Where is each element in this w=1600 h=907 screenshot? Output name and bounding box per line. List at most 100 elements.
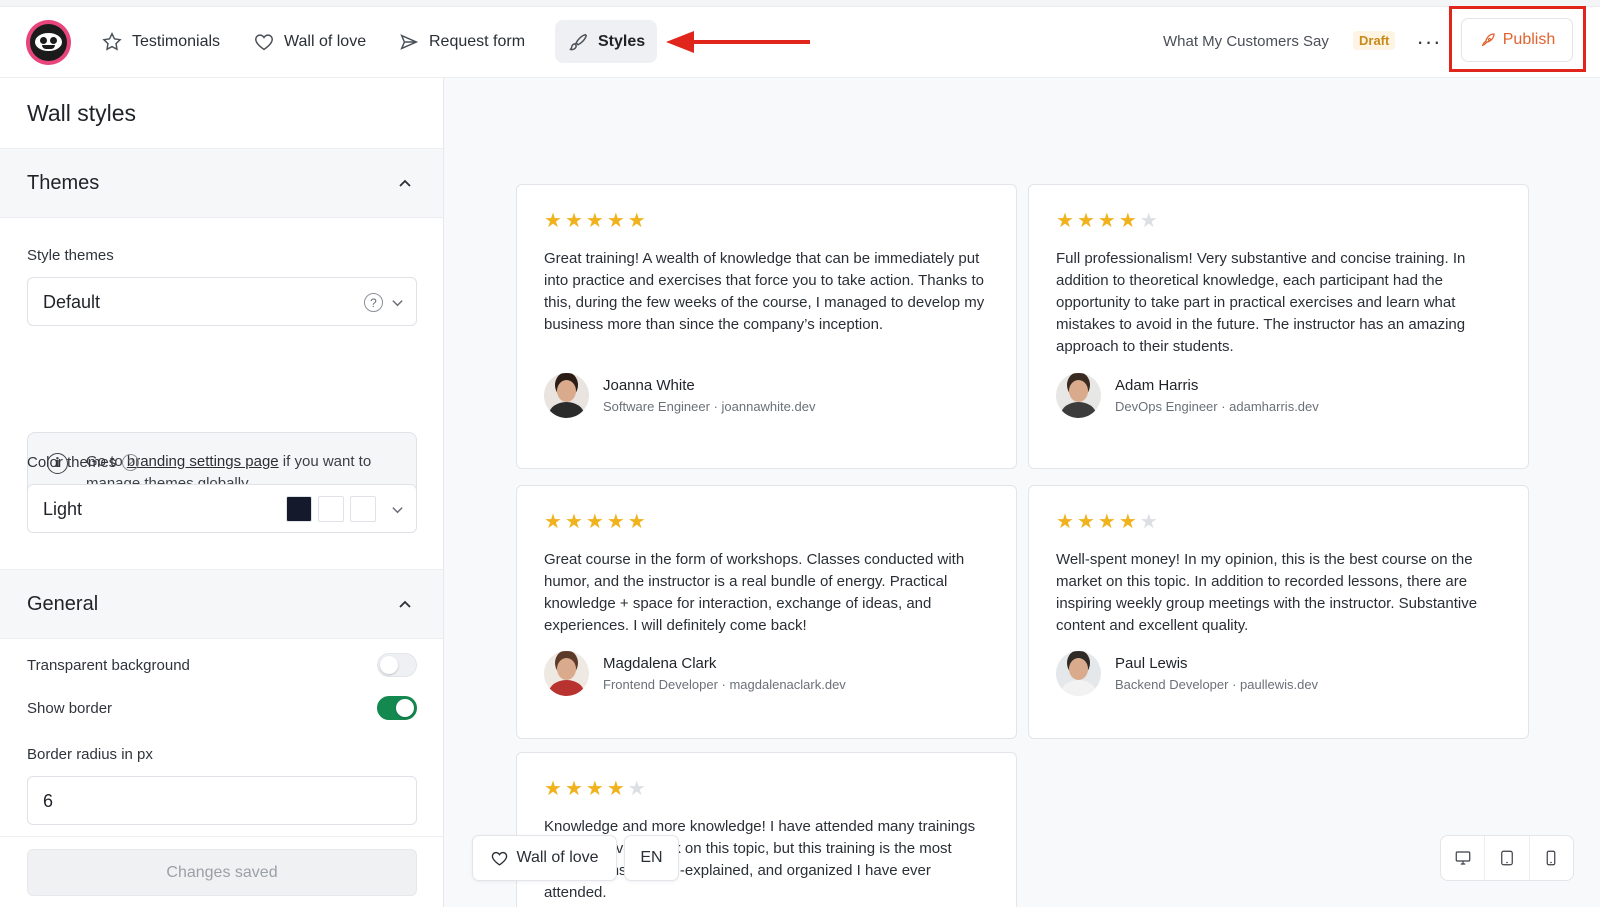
- testimonial-author: Magdalena Clark Frontend Developer · magd…: [544, 651, 846, 696]
- star-filled-icon: ★: [564, 511, 583, 533]
- publish-button[interactable]: Publish: [1461, 18, 1573, 62]
- language-button[interactable]: EN: [624, 835, 679, 881]
- heart-icon: [492, 851, 508, 866]
- star-filled-icon: ★: [1076, 210, 1095, 232]
- star-filled-icon: ★: [1118, 511, 1137, 533]
- themes-heading: Themes: [27, 172, 100, 194]
- testimonial-card[interactable]: ★ ★ ★ ★ ★ Great training! A wealth of knowled…: [516, 184, 1017, 469]
- star-filled-icon: ★: [1076, 511, 1095, 533]
- border-radius-input[interactable]: 6: [27, 776, 417, 825]
- author-name: Paul Lewis: [1115, 655, 1188, 672]
- sidebar-footer: Changes saved: [0, 836, 443, 907]
- transparent-background-label: Transparent background: [27, 657, 190, 674]
- star-empty-icon: ★: [1139, 210, 1158, 232]
- more-options-button[interactable]: ···: [1413, 26, 1445, 58]
- star-filled-icon: ★: [585, 210, 604, 232]
- chevron-up-icon: [399, 600, 411, 608]
- star-filled-icon: ★: [585, 778, 604, 800]
- show-border-label: Show border: [27, 700, 113, 717]
- testimonial-card[interactable]: ★ ★ ★ ★ ★ Well-spent money! In my opinion, th…: [1028, 485, 1529, 739]
- avatar: [1056, 651, 1101, 696]
- star-empty-icon: ★: [627, 778, 646, 800]
- testimonial-text: Well-spent money! In my opinion, this is…: [1056, 551, 1478, 634]
- avatar: [544, 651, 589, 696]
- star-filled-icon: ★: [1056, 210, 1074, 232]
- wall-badge-label: Wall of love: [516, 849, 599, 866]
- color-themes-label: Color themes ?: [27, 454, 140, 471]
- border-radius-label: Border radius in px: [27, 746, 153, 763]
- star-icon: [102, 31, 122, 51]
- nav-request-form[interactable]: Request form: [386, 20, 537, 63]
- color-themes-label-text: Color themes: [27, 454, 117, 471]
- chevron-up-icon: [399, 179, 411, 187]
- help-icon[interactable]: ?: [364, 293, 383, 312]
- top-bar: Testimonials Wall of love Request form S…: [0, 0, 1600, 78]
- testimonial-author: Joanna White Software Engineer · joannawh…: [544, 373, 815, 418]
- author-meta: Software Engineer · joannawhite.dev: [603, 399, 816, 414]
- star-filled-icon: ★: [627, 210, 646, 232]
- chevron-down-icon: [392, 507, 403, 514]
- swatch-light-2: [350, 496, 376, 522]
- mobile-icon: [1546, 850, 1556, 866]
- style-themes-label-text: Style themes: [27, 247, 114, 264]
- style-theme-select[interactable]: Default ?: [27, 277, 417, 326]
- themes-section-header[interactable]: Themes: [0, 148, 443, 218]
- author-meta: DevOps Engineer · adamharris.dev: [1115, 399, 1319, 414]
- device-preview-switcher: [1440, 835, 1574, 881]
- style-theme-value: Default: [43, 292, 101, 312]
- tablet-icon: [1501, 850, 1513, 866]
- testimonial-card[interactable]: ★ ★ ★ ★ ★ Full professionalism! Very substant…: [1028, 184, 1529, 469]
- changes-saved-button: Changes saved: [27, 849, 417, 896]
- app-logo[interactable]: [26, 20, 71, 65]
- star-rating: ★ ★ ★ ★ ★: [544, 779, 646, 799]
- logo-mark: [30, 24, 67, 61]
- star-filled-icon: ★: [606, 778, 625, 800]
- help-icon[interactable]: ?: [122, 454, 140, 471]
- author-name: Adam Harris: [1115, 377, 1199, 394]
- heart-icon: [255, 33, 273, 50]
- nav-testimonials[interactable]: Testimonials: [89, 20, 232, 63]
- star-filled-icon: ★: [585, 511, 604, 533]
- star-filled-icon: ★: [544, 778, 562, 800]
- show-border-toggle[interactable]: [377, 696, 417, 720]
- nav-styles-label: Styles: [598, 32, 646, 50]
- testimonial-text: Great training! A wealth of knowledge th…: [544, 250, 985, 333]
- window-edge: [0, 0, 1600, 7]
- desktop-icon: [1455, 851, 1471, 865]
- rocket-icon: [1481, 33, 1495, 47]
- brush-icon: [569, 33, 588, 50]
- star-rating: ★ ★ ★ ★ ★: [544, 211, 646, 231]
- star-filled-icon: ★: [1097, 511, 1116, 533]
- star-rating: ★ ★ ★ ★ ★: [1056, 512, 1158, 532]
- nav-wall-of-love[interactable]: Wall of love: [241, 20, 378, 63]
- avatar: [544, 373, 589, 418]
- branding-settings-link[interactable]: branding settings page: [127, 453, 279, 470]
- star-filled-icon: ★: [564, 778, 583, 800]
- wall-of-love-badge-button[interactable]: Wall of love: [472, 835, 617, 881]
- star-filled-icon: ★: [544, 511, 562, 533]
- show-border-row: Show border: [27, 696, 417, 722]
- status-badge: Draft: [1353, 31, 1396, 50]
- color-theme-select[interactable]: Light: [27, 484, 417, 533]
- author-name: Joanna White: [603, 377, 695, 394]
- desktop-preview-button[interactable]: [1441, 836, 1486, 880]
- star-filled-icon: ★: [1097, 210, 1116, 232]
- star-filled-icon: ★: [627, 511, 646, 533]
- testimonial-card[interactable]: ★ ★ ★ ★ ★ Knowledge and more knowledge! I hav…: [516, 752, 1017, 907]
- nav-styles[interactable]: Styles: [555, 20, 658, 63]
- tablet-preview-button[interactable]: [1485, 836, 1530, 880]
- annotation-arrow: [666, 31, 810, 53]
- author-meta: Backend Developer · paullewis.dev: [1115, 677, 1319, 692]
- testimonial-text: Full professionalism! Very substantive a…: [1056, 250, 1466, 355]
- star-rating: ★ ★ ★ ★ ★: [544, 512, 646, 532]
- nav-request-label: Request form: [429, 32, 526, 50]
- star-filled-icon: ★: [1118, 210, 1137, 232]
- nav-testimonials-label: Testimonials: [132, 32, 221, 50]
- transparent-background-toggle[interactable]: [377, 653, 417, 677]
- testimonial-card[interactable]: ★ ★ ★ ★ ★ Great course in the form of worksho…: [516, 485, 1017, 739]
- star-filled-icon: ★: [564, 210, 583, 232]
- general-section-header[interactable]: General: [0, 569, 443, 639]
- star-filled-icon: ★: [606, 511, 625, 533]
- chevron-down-icon: [392, 300, 403, 307]
- mobile-preview-button[interactable]: [1530, 836, 1573, 880]
